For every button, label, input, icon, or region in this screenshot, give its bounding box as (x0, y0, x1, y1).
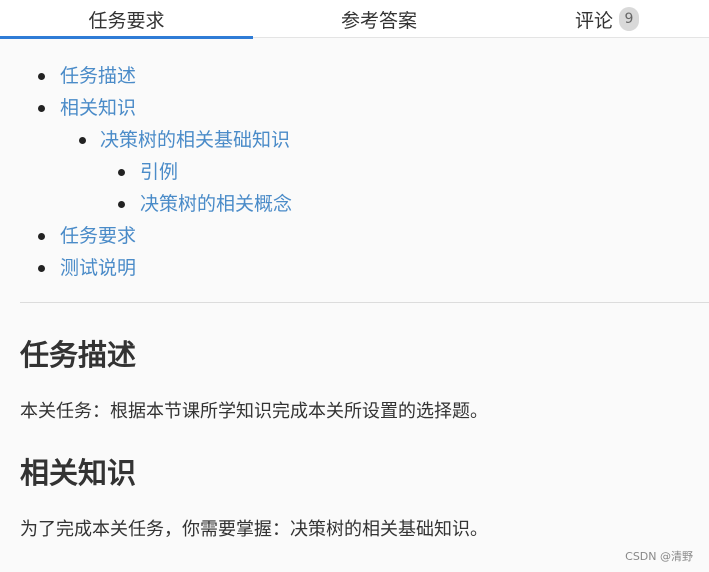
toc-item-decision-tree-basics: 决策树的相关基础知识 (0, 124, 709, 156)
toc-link-task-requirements[interactable]: 任务要求 (60, 225, 136, 247)
toc-item-decision-tree-concepts: 决策树的相关概念 (0, 188, 709, 220)
section-divider (20, 302, 709, 303)
toc-link-decision-tree-basics[interactable]: 决策树的相关基础知识 (100, 129, 290, 151)
toc-item-example: 引例 (0, 156, 709, 188)
tab-bar: 任务要求 参考答案 评论 9 (0, 0, 709, 39)
bullet-icon (38, 265, 45, 272)
toc-item-related-knowledge: 相关知识 (0, 92, 709, 124)
toc-link-related-knowledge[interactable]: 相关知识 (60, 97, 136, 119)
section-title-related-knowledge: 相关知识 (20, 456, 137, 490)
tab-comments[interactable]: 评论 9 (505, 0, 709, 38)
tab-reference-answer[interactable]: 参考答案 (253, 0, 505, 38)
toc-link-task-description[interactable]: 任务描述 (60, 65, 136, 87)
tab-task-requirements[interactable]: 任务要求 (0, 0, 253, 39)
toc-item-test-instructions: 测试说明 (0, 252, 709, 284)
toc-item-task-requirements: 任务要求 (0, 220, 709, 252)
bullet-icon (38, 233, 45, 240)
section-text-task-description: 本关任务：根据本节课所学知识完成本关所设置的选择题。 (20, 401, 488, 422)
tab-reference-answer-label: 参考答案 (340, 9, 417, 32)
section-title-task-description: 任务描述 (20, 338, 137, 372)
watermark: CSDN @清野 (625, 550, 693, 563)
bullet-icon (38, 105, 45, 112)
bullet-icon (118, 169, 125, 176)
main-content: 任务描述 本关任务：根据本节课所学知识完成本关所设置的选择题。 相关知识 为了完… (20, 330, 699, 544)
comment-count-badge: 9 (619, 7, 639, 31)
toc-item-task-description: 任务描述 (0, 60, 709, 92)
toc-link-decision-tree-concepts[interactable]: 决策树的相关概念 (140, 193, 292, 215)
bullet-icon (38, 73, 45, 80)
bullet-icon (79, 137, 86, 144)
section-text-related-knowledge: 为了完成本关任务，你需要掌握：决策树的相关基础知识。 (20, 519, 488, 540)
bullet-icon (118, 201, 125, 208)
tab-task-requirements-label: 任务要求 (88, 9, 165, 32)
tab-comments-label: 评论 (574, 9, 613, 32)
toc-link-example[interactable]: 引例 (140, 161, 178, 183)
toc-link-test-instructions[interactable]: 测试说明 (60, 257, 136, 279)
table-of-contents: 任务描述 相关知识 决策树的相关基础知识 引例 决策树的相关概念 任务要求 测试… (0, 38, 709, 302)
